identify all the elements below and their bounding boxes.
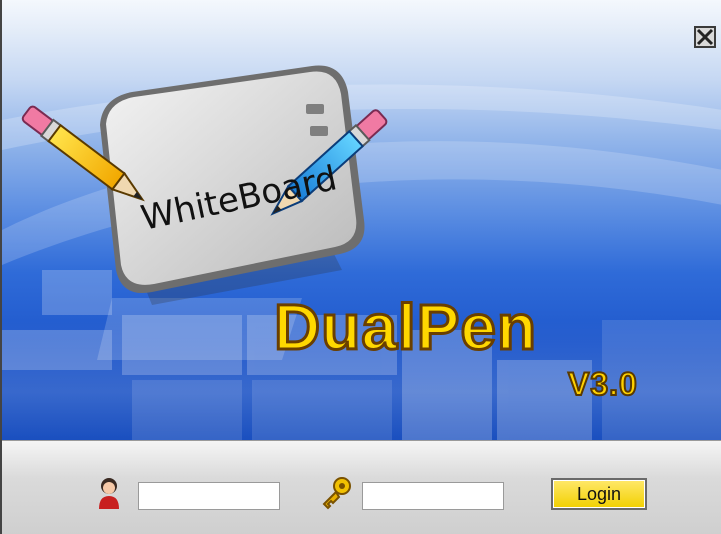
login-button[interactable]: Login bbox=[551, 478, 647, 510]
product-name: DualPen bbox=[272, 290, 538, 365]
version-label: V3.0 bbox=[567, 365, 638, 403]
close-icon bbox=[696, 28, 714, 46]
key-icon bbox=[318, 476, 352, 510]
splash-banner: WhiteBoard DualPen V3.0 bbox=[2, 0, 721, 440]
login-splash-window: WhiteBoard DualPen V3.0 Login bbox=[0, 0, 721, 534]
close-button[interactable] bbox=[694, 26, 716, 48]
password-input[interactable] bbox=[362, 482, 504, 510]
user-icon bbox=[96, 476, 122, 510]
username-input[interactable] bbox=[138, 482, 280, 510]
